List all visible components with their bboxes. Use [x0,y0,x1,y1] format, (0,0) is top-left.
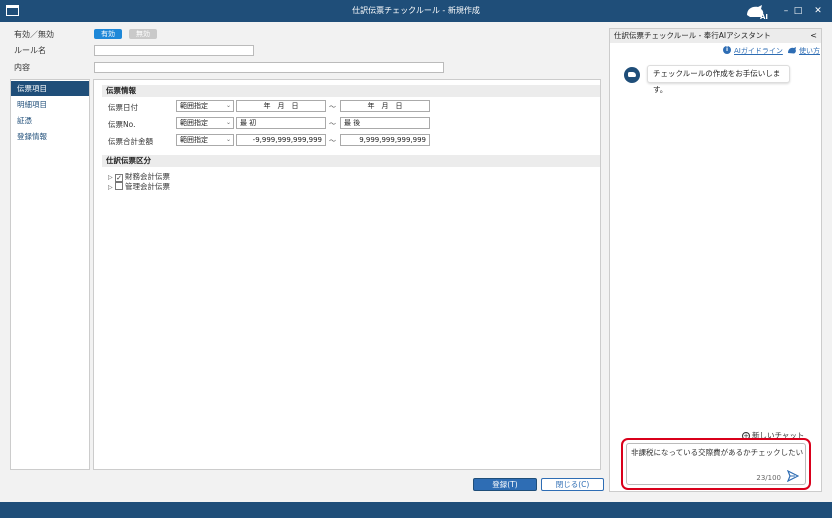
row-label-voucher-no: 伝票No. [108,120,136,129]
char-count: 23/100 [756,474,781,482]
register-button[interactable]: 登録(T) [473,478,537,491]
chevron-down-icon: ⌄ [225,102,231,109]
maximize-button[interactable]: □ [788,0,808,22]
tree-item-management[interactable]: ▷ 管理会計伝票 [108,182,170,192]
content-label: 内容 [14,63,30,72]
assistant-avatar [624,67,640,83]
select-value: 範囲指定 [180,102,208,110]
ai-panel-header: 仕訳伝票チェックルール - 奉行AIアシスタント < [610,29,821,43]
row-label-voucher-date: 伝票日付 [108,103,138,112]
voucher-no-to-input[interactable]: 最 後 [340,117,430,129]
assistant-message: チェックルールの作成をお手伝いします。 [647,65,790,94]
ai-assistant-panel: 仕訳伝票チェックルール - 奉行AIアシスタント < i AIガイドライン 使い… [609,28,822,492]
rule-name-input[interactable] [94,45,254,56]
bottom-bar [0,502,832,518]
voucher-date-mode-select[interactable]: 範囲指定 ⌄ [176,100,234,112]
toggle-disabled-button[interactable]: 無効 [129,29,157,39]
ai-guideline-link[interactable]: AIガイドライン [734,46,783,56]
content-panel: 伝票情報 伝票日付 範囲指定 ⌄ 年 月 日 ～ 年 月 日 伝票No. 範囲指定… [93,79,601,470]
info-icon: i [723,46,731,54]
status-label: 有効／無効 [14,30,54,39]
voucher-date-to-input[interactable]: 年 月 日 [340,100,430,112]
row-label-voucher-total: 伝票合計金額 [108,137,153,146]
rule-name-label: ルール名 [14,46,46,55]
voucher-total-mode-select[interactable]: 範囲指定 ⌄ [176,134,234,146]
chat-input[interactable]: 非課税になっている交際費があるかチェックしたい 23/100 [626,443,806,485]
title-bar: 仕訳伝票チェックルール - 新規作成 AI – □ ✕ [0,0,832,22]
section-voucher-info: 伝票情報 [102,85,600,97]
ai-panel-title: 仕訳伝票チェックルール - 奉行AIアシスタント [614,31,771,40]
sidebar: 伝票項目 明細項目 証憑 登録情報 [10,79,90,470]
expand-triangle-icon[interactable]: ▷ [108,183,115,193]
collapse-panel-button[interactable]: < [810,29,817,43]
tree-label: 管理会計伝票 [125,182,170,191]
chevron-down-icon: ⌄ [225,119,231,126]
window-title: 仕訳伝票チェックルール - 新規作成 [352,6,480,15]
checkbox-financial[interactable]: ✓ [115,174,123,182]
send-icon[interactable] [787,470,799,482]
voucher-no-from-input[interactable]: 最 初 [236,117,326,129]
tree-label: 財務会計伝票 [125,172,170,181]
chevron-down-icon: ⌄ [225,136,231,143]
voucher-no-mode-select[interactable]: 範囲指定 ⌄ [176,117,234,129]
sidebar-item-evidence[interactable]: 証憑 [11,113,89,128]
select-value: 範囲指定 [180,119,208,127]
range-tilde: ～ [329,103,336,111]
sidebar-item-registration-info[interactable]: 登録情報 [11,129,89,144]
voucher-total-from-input[interactable]: -9,999,999,999,999 [236,134,326,146]
tree-item-financial[interactable]: ▷ ✓ 財務会計伝票 [108,172,170,182]
how-to-use-link[interactable]: 使い方 [799,46,820,56]
chat-input-value: 非課税になっている交際費があるかチェックしたい [631,448,804,457]
range-tilde: ～ [329,120,336,128]
voucher-total-to-input[interactable]: 9,999,999,999,999 [340,134,430,146]
select-value: 範囲指定 [180,136,208,144]
bugyo-ai-logo-icon: AI [747,5,768,20]
close-window-button[interactable]: ✕ [808,0,828,22]
logo-text: AI [760,13,768,20]
bird-icon [788,47,796,54]
sidebar-item-voucher-fields[interactable]: 伝票項目 [11,81,89,96]
content-input[interactable] [94,62,444,73]
checkbox-management[interactable] [115,182,123,190]
section-voucher-type: 仕訳伝票区分 [102,155,600,167]
sidebar-item-detail-fields[interactable]: 明細項目 [11,97,89,112]
voucher-date-from-input[interactable]: 年 月 日 [236,100,326,112]
close-button[interactable]: 閉じる(C) [541,478,604,491]
range-tilde: ～ [329,137,336,145]
toggle-enabled-button[interactable]: 有効 [94,29,122,39]
